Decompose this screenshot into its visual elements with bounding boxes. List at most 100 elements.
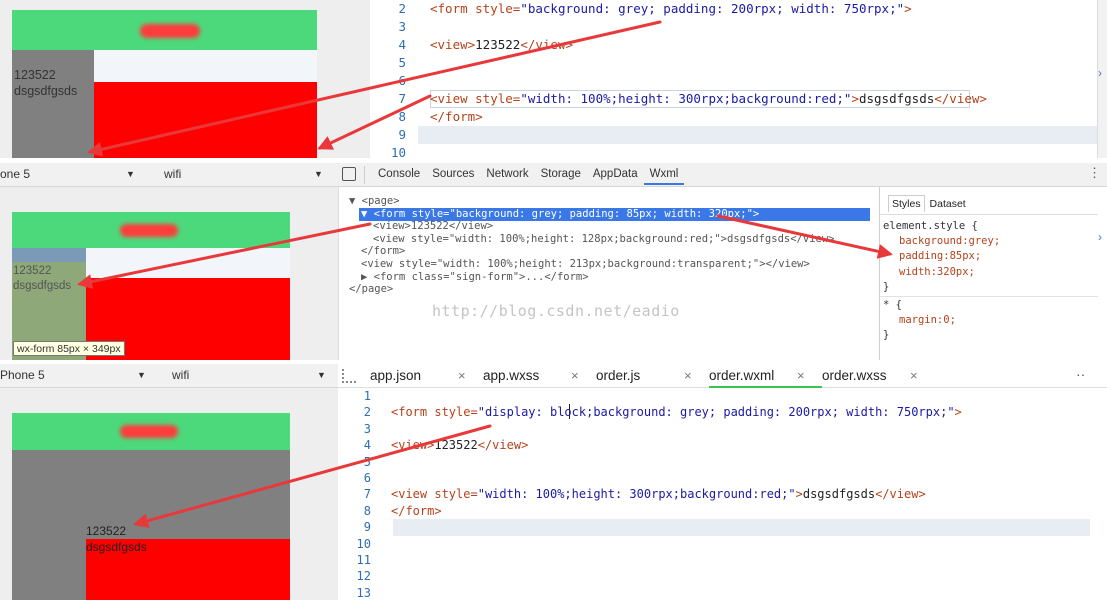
wxml-panel: ▼ <page> ▼ <form style="background: grey;… [338,187,879,360]
file-tab-app-json[interactable]: app.json × [370,364,483,388]
code-line[interactable]: 4 <view>123522</view> [370,36,573,54]
code-token: dsgsdfgsds [858,91,935,106]
code-line[interactable]: 1 [338,388,391,404]
line-number: 4 [363,438,371,453]
form-grey-box [12,50,94,158]
code-line[interactable]: 2 <form style="display: block;background:… [338,404,962,420]
code-line[interactable]: 9 [370,126,430,144]
device-label: Phone 5 [0,368,45,382]
network-selector[interactable]: wifi ▼ [164,163,329,187]
code-token: "width: 100%;height: 300rpx;background:r… [520,91,852,106]
file-tab-order-js[interactable]: order.js × [596,364,709,388]
code-token: dsgsdfgsds [802,487,876,502]
inspect-element-icon[interactable] [342,167,356,181]
tab-dataset[interactable]: Dataset [928,196,968,212]
phone-screen-2: 123522 dsgsdfgsds [12,212,290,360]
code-token: > [851,91,859,106]
blurred-page-title [140,24,200,38]
style-prop[interactable]: width:320px; [883,265,1098,280]
style-selector: element.style { [883,220,978,232]
close-icon[interactable]: × [684,364,692,388]
code-line[interactable]: 3 [338,421,391,437]
code-token: <view> [430,37,476,52]
device-selector[interactable]: one 5 ▼ [0,163,150,187]
more-horiz-icon[interactable]: ·· [1076,366,1085,382]
code-line[interactable]: 5 [370,54,430,72]
code-line[interactable]: 4 <view>123522</view> [338,437,529,453]
wxml-node[interactable]: ▼ <page> [349,195,879,208]
tab-sources[interactable]: Sources [426,163,480,185]
code-line[interactable]: 11 [338,552,391,568]
wxml-node[interactable]: ▼ <form style="background: grey; padding… [349,208,879,221]
wxml-node[interactable]: <view style="width: 100%;height: 128px;b… [349,233,879,246]
code-line[interactable]: 8 </form> [370,108,483,126]
code-token: > [904,1,912,16]
chevron-right-icon[interactable]: › [1098,66,1102,80]
line-number: 1 [363,389,371,403]
blurred-page-title [120,425,178,438]
wxml-tree[interactable]: ▼ <page> ▼ <form style="background: grey;… [349,195,879,296]
tab-styles[interactable]: Styles [888,195,925,212]
file-tree-icon[interactable] [342,369,356,383]
wxml-node[interactable]: </form> [349,245,879,258]
chevron-right-icon[interactable]: › [1098,230,1102,244]
file-tab-order-wxss[interactable]: order.wxss × [822,364,935,388]
network-label: wifi [172,368,190,382]
wxml-node[interactable]: ▶ <form class="sign-form">...</form> [349,271,879,284]
code-text: <view style="width: 100%;height: 300rpx;… [406,90,987,108]
code-line[interactable]: 10 [370,144,430,162]
code-token: </view> [477,438,529,453]
code-line[interactable]: 7 <view style="width: 100%;height: 300rpx… [370,90,987,108]
line-number: 12 [356,569,371,584]
wxml-node[interactable]: <view>123522</view> [349,220,879,233]
line-number: 7 [398,91,406,106]
blurred-page-title [120,224,178,237]
close-icon[interactable]: × [797,364,805,388]
form-content-highlight [12,248,86,262]
code-token: </form> [391,503,442,518]
view-text-123522: 123522 [86,524,127,538]
line-number: 5 [363,454,371,469]
code-editor-3[interactable]: 1 2 <form style="display: block;background… [338,388,1107,600]
code-token: style= [475,91,521,106]
tab-console[interactable]: Console [372,163,426,185]
style-rules: element.style { background:grey; padding… [880,219,1098,344]
code-line[interactable]: 2 <form style="background: grey; padding:… [370,0,912,18]
code-line[interactable]: 12 [338,568,391,584]
code-line[interactable]: 13 [338,585,391,600]
code-token: "background: grey; padding: 200rpx; widt… [520,1,905,16]
code-line[interactable]: 10 [338,536,391,552]
close-icon[interactable]: × [571,364,579,388]
code-text: </form> [406,108,483,126]
code-line[interactable]: 6 [338,470,391,486]
file-tab-label: app.wxss [483,368,540,383]
file-tab-label: app.json [370,368,422,383]
tab-appdata[interactable]: AppData [587,163,644,185]
more-vert-icon[interactable]: ⋮ [1088,165,1101,181]
style-prop[interactable]: padding:85px; [883,249,1098,264]
code-line[interactable]: 3 [370,18,430,36]
line-number: 4 [398,37,406,52]
close-icon[interactable]: × [910,364,918,388]
code-line[interactable]: 8 </form> [338,503,442,519]
code-token: </view> [520,37,573,52]
wxml-node[interactable]: <view style="width: 100%;height: 213px;b… [349,258,879,271]
view-text-123522: 123522 [13,265,52,277]
tab-wxml[interactable]: Wxml [643,163,685,185]
tab-network[interactable]: Network [480,163,534,185]
code-line[interactable]: 6 [370,72,430,90]
code-editor-1[interactable]: 2 <form style="background: grey; padding:… [370,0,1100,160]
file-tab-app-wxss[interactable]: app.wxss × [483,364,596,388]
code-line[interactable]: 9 [338,519,391,535]
style-prop[interactable]: margin:0; [883,313,1098,328]
network-selector[interactable]: wifi ▼ [172,364,332,388]
style-prop[interactable]: background:grey; [883,234,1098,249]
file-tab-order-wxml[interactable]: order.wxml × [709,364,822,388]
code-token: <form [430,1,476,16]
tab-storage[interactable]: Storage [535,163,587,185]
wxml-node[interactable]: </page> [349,283,879,296]
code-line[interactable]: 7 <view style="width: 100%;height: 300rpx… [338,486,926,502]
device-selector[interactable]: Phone 5 ▼ [0,364,150,388]
code-line[interactable]: 5 [338,454,391,470]
close-icon[interactable]: × [458,364,466,388]
